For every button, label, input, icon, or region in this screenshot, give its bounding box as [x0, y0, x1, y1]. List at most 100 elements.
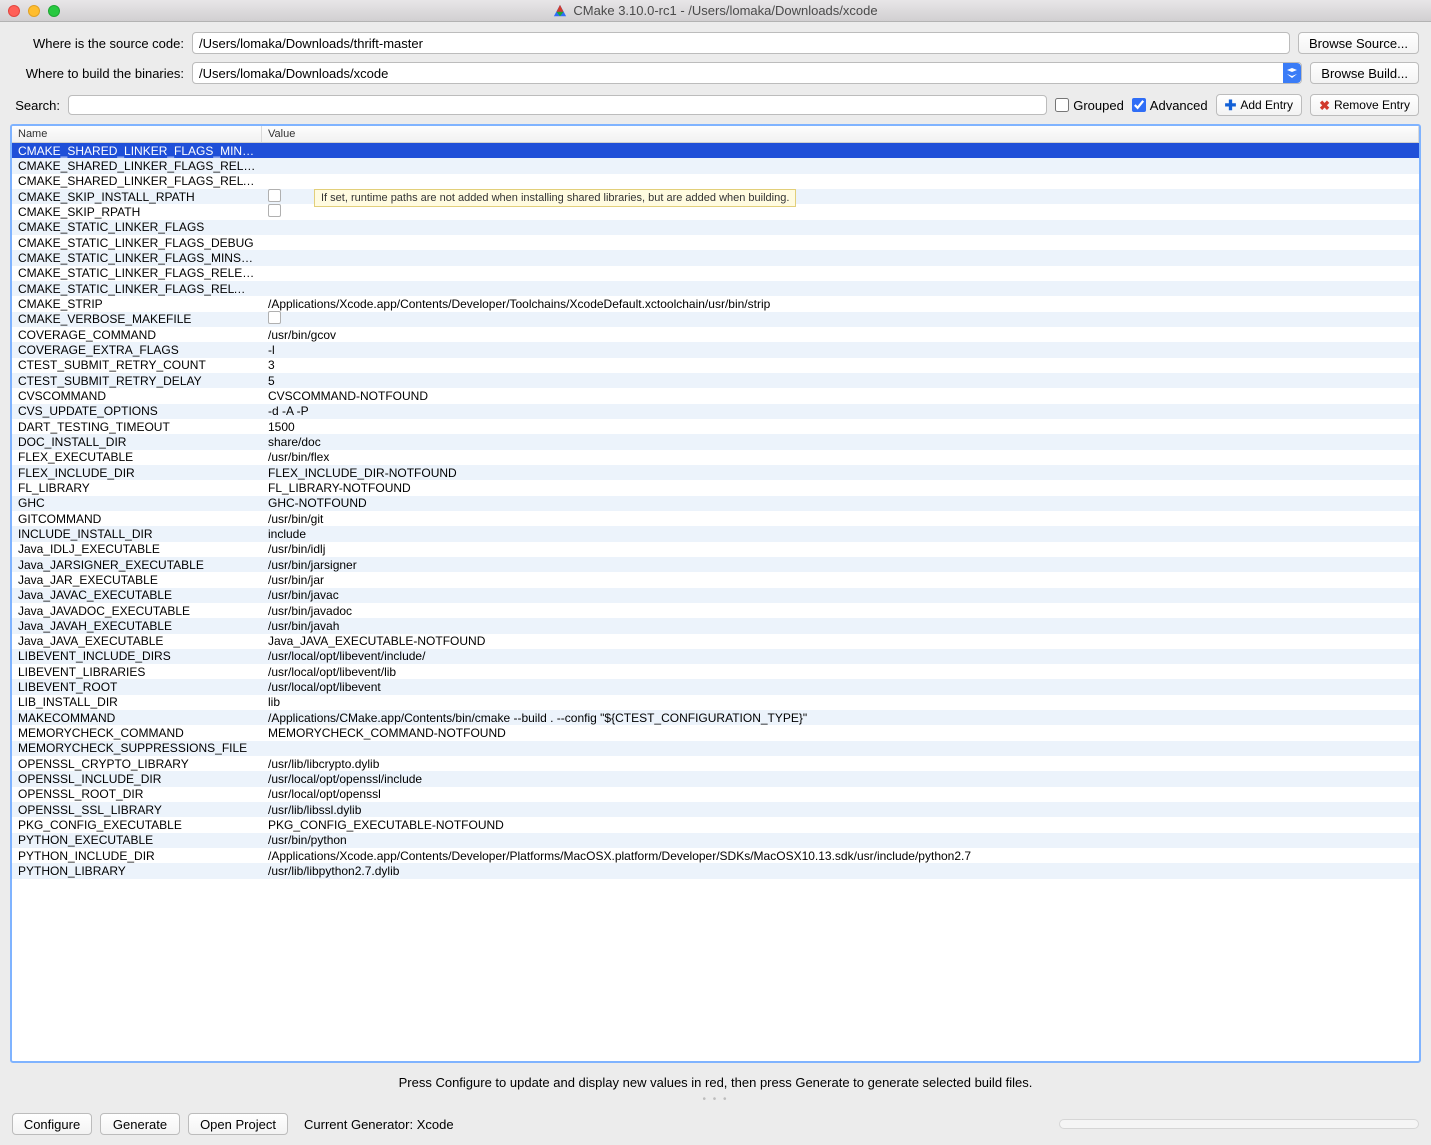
cell-name[interactable]: OPENSSL_CRYPTO_LIBRARY [12, 757, 262, 771]
grouped-checkbox[interactable]: Grouped [1055, 98, 1124, 113]
cell-name[interactable]: Java_JAR_EXECUTABLE [12, 573, 262, 587]
cell-value[interactable]: FLEX_INCLUDE_DIR-NOTFOUND [262, 466, 1419, 480]
table-row[interactable]: CMAKE_SKIP_INSTALL_RPATH [12, 189, 1419, 204]
cell-value[interactable]: CVSCOMMAND-NOTFOUND [262, 389, 1419, 403]
cell-value[interactable] [262, 189, 1419, 205]
table-row[interactable]: CMAKE_SHARED_LINKER_FLAGS_RELWITHD... [12, 174, 1419, 189]
cell-name[interactable]: COVERAGE_COMMAND [12, 328, 262, 342]
table-row[interactable]: CMAKE_STATIC_LINKER_FLAGS_RELWITHD... [12, 281, 1419, 296]
table-row[interactable]: COVERAGE_COMMAND/usr/bin/gcov [12, 327, 1419, 342]
cell-name[interactable]: CMAKE_STATIC_LINKER_FLAGS_RELEASE [12, 266, 262, 280]
table-row[interactable]: PYTHON_EXECUTABLE/usr/bin/python [12, 833, 1419, 848]
cell-value[interactable]: lib [262, 695, 1419, 709]
cell-name[interactable]: LIB_INSTALL_DIR [12, 695, 262, 709]
table-row[interactable]: MAKECOMMAND/Applications/CMake.app/Conte… [12, 710, 1419, 725]
cell-name[interactable]: MEMORYCHECK_SUPPRESSIONS_FILE [12, 741, 262, 755]
cell-value[interactable]: Java_JAVA_EXECUTABLE-NOTFOUND [262, 634, 1419, 648]
cell-value[interactable]: 5 [262, 374, 1419, 388]
table-row[interactable]: OPENSSL_ROOT_DIR/usr/local/opt/openssl [12, 787, 1419, 802]
cell-name[interactable]: GITCOMMAND [12, 512, 262, 526]
cell-name[interactable]: Java_JAVAH_EXECUTABLE [12, 619, 262, 633]
cell-name[interactable]: Java_IDLJ_EXECUTABLE [12, 542, 262, 556]
table-row[interactable]: MEMORYCHECK_COMMANDMEMORYCHECK_COMMAND-N… [12, 725, 1419, 740]
cell-value[interactable]: /usr/bin/javac [262, 588, 1419, 602]
cell-value[interactable]: /usr/lib/libpython2.7.dylib [262, 864, 1419, 878]
minimize-icon[interactable] [28, 5, 40, 17]
cell-value[interactable]: /usr/bin/javadoc [262, 604, 1419, 618]
table-row[interactable]: OPENSSL_INCLUDE_DIR/usr/local/opt/openss… [12, 771, 1419, 786]
cell-name[interactable]: COVERAGE_EXTRA_FLAGS [12, 343, 262, 357]
table-row[interactable]: CMAKE_STATIC_LINKER_FLAGS_MINSIZEREL [12, 250, 1419, 265]
table-row[interactable]: CMAKE_STATIC_LINKER_FLAGS_DEBUG [12, 235, 1419, 250]
cell-name[interactable]: DART_TESTING_TIMEOUT [12, 420, 262, 434]
drag-handle-icon[interactable]: • • • [0, 1094, 1431, 1107]
table-row[interactable]: CMAKE_STATIC_LINKER_FLAGS_RELEASE [12, 266, 1419, 281]
table-row[interactable]: OPENSSL_SSL_LIBRARY/usr/lib/libssl.dylib [12, 802, 1419, 817]
table-row[interactable]: Java_JARSIGNER_EXECUTABLE/usr/bin/jarsig… [12, 557, 1419, 572]
table-body[interactable]: CMAKE_SHARED_LINKER_FLAGS_MINSIZEREL CMAK… [12, 143, 1419, 1061]
advanced-checkbox-input[interactable] [1132, 98, 1146, 112]
table-row[interactable]: FLEX_INCLUDE_DIRFLEX_INCLUDE_DIR-NOTFOUN… [12, 465, 1419, 480]
cell-value[interactable]: /usr/bin/python [262, 833, 1419, 847]
progress-scrollbar[interactable] [1059, 1119, 1419, 1129]
table-row[interactable]: LIBEVENT_ROOT/usr/local/opt/libevent [12, 679, 1419, 694]
cell-name[interactable]: Java_JAVA_EXECUTABLE [12, 634, 262, 648]
cell-name[interactable]: CMAKE_STATIC_LINKER_FLAGS_MINSIZEREL [12, 251, 262, 265]
table-row[interactable]: FLEX_EXECUTABLE/usr/bin/flex [12, 450, 1419, 465]
cell-value[interactable]: /usr/local/opt/openssl/include [262, 772, 1419, 786]
cell-value[interactable] [262, 204, 1419, 220]
cell-name[interactable]: PYTHON_LIBRARY [12, 864, 262, 878]
table-row[interactable]: COVERAGE_EXTRA_FLAGS-l [12, 342, 1419, 357]
checkbox-icon[interactable] [268, 311, 281, 324]
cell-value[interactable]: /usr/local/opt/libevent [262, 680, 1419, 694]
cell-name[interactable]: DOC_INSTALL_DIR [12, 435, 262, 449]
table-row[interactable]: INCLUDE_INSTALL_DIRinclude [12, 526, 1419, 541]
table-row[interactable]: CMAKE_STATIC_LINKER_FLAGS [12, 220, 1419, 235]
advanced-checkbox[interactable]: Advanced [1132, 98, 1208, 113]
table-row[interactable]: CMAKE_SHARED_LINKER_FLAGS_MINSIZEREL [12, 143, 1419, 158]
cell-value[interactable]: GHC-NOTFOUND [262, 496, 1419, 510]
table-row[interactable]: CTEST_SUBMIT_RETRY_DELAY5 [12, 373, 1419, 388]
configure-button[interactable]: Configure [12, 1113, 92, 1135]
cell-value[interactable]: /Applications/Xcode.app/Contents/Develop… [262, 297, 1419, 311]
table-row[interactable]: LIB_INSTALL_DIRlib [12, 695, 1419, 710]
cell-name[interactable]: PYTHON_EXECUTABLE [12, 833, 262, 847]
maximize-icon[interactable] [48, 5, 60, 17]
cell-name[interactable]: CMAKE_SHARED_LINKER_FLAGS_RELWITHD... [12, 174, 262, 188]
search-input[interactable] [68, 95, 1047, 115]
table-row[interactable]: Java_JAVA_EXECUTABLEJava_JAVA_EXECUTABLE… [12, 634, 1419, 649]
cell-name[interactable]: CMAKE_STRIP [12, 297, 262, 311]
cell-name[interactable]: CMAKE_STATIC_LINKER_FLAGS [12, 220, 262, 234]
cell-value[interactable]: /Applications/Xcode.app/Contents/Develop… [262, 849, 1419, 863]
cell-name[interactable]: CVS_UPDATE_OPTIONS [12, 404, 262, 418]
table-row[interactable]: GHCGHC-NOTFOUND [12, 496, 1419, 511]
grouped-checkbox-input[interactable] [1055, 98, 1069, 112]
cell-value[interactable]: -d -A -P [262, 404, 1419, 418]
cell-value[interactable]: /usr/bin/gcov [262, 328, 1419, 342]
browse-source-button[interactable]: Browse Source... [1298, 32, 1419, 54]
table-row[interactable]: MEMORYCHECK_SUPPRESSIONS_FILE [12, 741, 1419, 756]
table-row[interactable]: FL_LIBRARYFL_LIBRARY-NOTFOUND [12, 480, 1419, 495]
cell-name[interactable]: CVSCOMMAND [12, 389, 262, 403]
table-row[interactable]: DOC_INSTALL_DIRshare/doc [12, 434, 1419, 449]
header-value[interactable]: Value [262, 126, 1419, 142]
table-row[interactable]: Java_JAVADOC_EXECUTABLE/usr/bin/javadoc [12, 603, 1419, 618]
cell-value[interactable]: /usr/bin/jarsigner [262, 558, 1419, 572]
cell-name[interactable]: Java_JARSIGNER_EXECUTABLE [12, 558, 262, 572]
cell-value[interactable]: /usr/bin/javah [262, 619, 1419, 633]
close-icon[interactable] [8, 5, 20, 17]
cell-value[interactable]: /usr/local/opt/libevent/include/ [262, 649, 1419, 663]
table-row[interactable]: OPENSSL_CRYPTO_LIBRARY/usr/lib/libcrypto… [12, 756, 1419, 771]
table-row[interactable]: PYTHON_INCLUDE_DIR/Applications/Xcode.ap… [12, 848, 1419, 863]
cell-name[interactable]: GHC [12, 496, 262, 510]
cell-name[interactable]: LIBEVENT_LIBRARIES [12, 665, 262, 679]
cell-name[interactable]: CMAKE_STATIC_LINKER_FLAGS_DEBUG [12, 236, 262, 250]
cell-name[interactable]: CMAKE_VERBOSE_MAKEFILE [12, 312, 262, 326]
cell-name[interactable]: LIBEVENT_ROOT [12, 680, 262, 694]
cell-name[interactable]: MEMORYCHECK_COMMAND [12, 726, 262, 740]
cell-name[interactable]: CTEST_SUBMIT_RETRY_COUNT [12, 358, 262, 372]
cell-value[interactable]: /usr/bin/git [262, 512, 1419, 526]
table-row[interactable]: CMAKE_VERBOSE_MAKEFILE [12, 312, 1419, 327]
table-row[interactable]: Java_JAVAH_EXECUTABLE/usr/bin/javah [12, 618, 1419, 633]
generate-button[interactable]: Generate [100, 1113, 180, 1135]
